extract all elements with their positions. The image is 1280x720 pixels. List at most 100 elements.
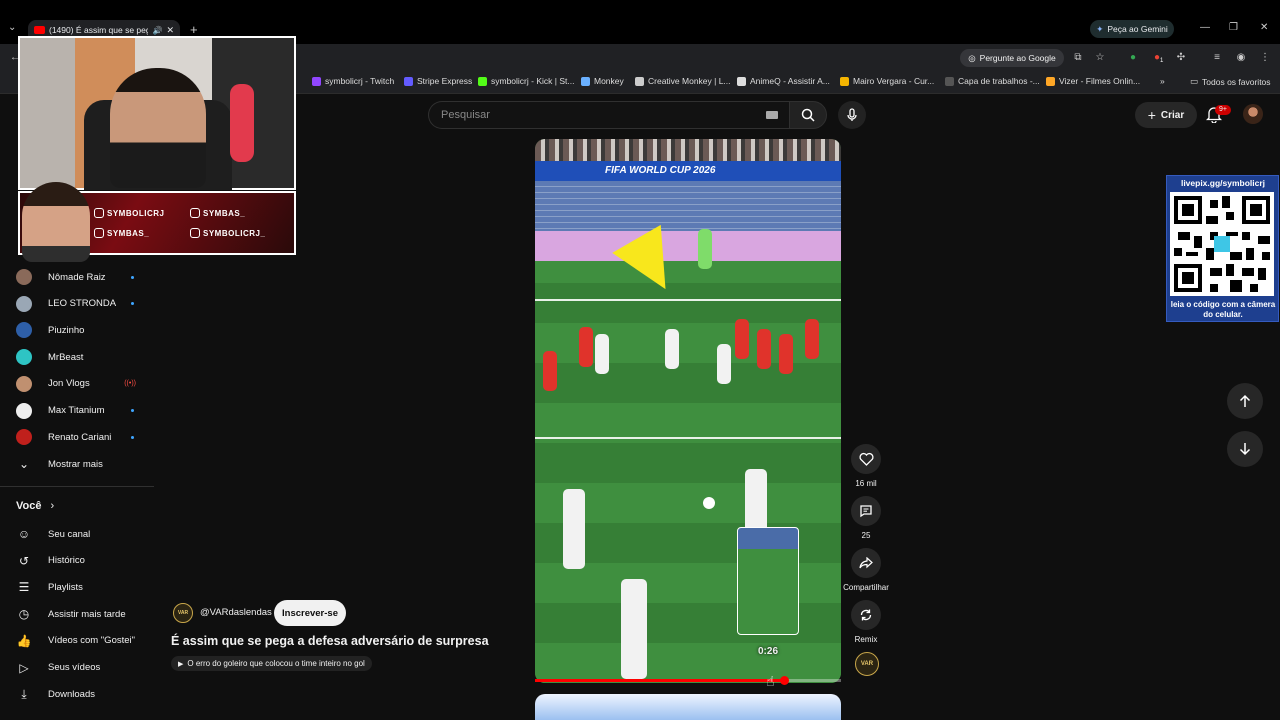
next-short-button[interactable] [1227,431,1263,467]
previous-short-button[interactable] [1227,383,1263,419]
webcam-overlay [18,36,296,190]
extensions-puzzle-icon[interactable]: ✣ [1174,51,1188,65]
sidebar-subscription-item[interactable]: Renato Cariani [16,425,154,449]
voice-search-button[interactable] [838,101,866,129]
share-button[interactable] [851,548,881,578]
bookmark-favicon-icon [312,76,321,86]
sidebar-item[interactable]: ◷ Assistir mais tarde [16,602,154,626]
sidebar-subscription-item[interactable]: Max Titanium [16,399,154,423]
extension-green-icon[interactable]: ● [1126,51,1140,65]
account-avatar[interactable] [1243,104,1263,124]
folder-icon: ▭ [1190,76,1199,86]
sidebar-subscription-item[interactable]: Jon Vlogs ((•)) [16,372,154,396]
subscribe-button[interactable]: Inscrever-se [274,600,346,626]
search-button[interactable] [789,101,827,129]
bookmark-favicon-icon [737,76,746,86]
bookmark-item[interactable]: symbolicrj - Twitch [312,76,394,86]
keyboard-icon[interactable] [766,111,778,119]
bookmarks-overflow-icon[interactable]: » [1160,76,1165,86]
bookmark-item[interactable]: Stripe Express [404,76,472,86]
minimize-icon[interactable]: — [1200,22,1210,33]
sidebar-item[interactable]: ☰ Playlists [16,575,154,599]
bookmark-item[interactable]: Capa de trabalhos -... [945,76,1040,86]
show-more-button[interactable]: ⌄ Mostrar mais [16,452,154,476]
your-videos-icon: ▷ [19,660,29,675]
sidebar-item[interactable]: ⤓ Downloads [16,682,154,706]
remix-button[interactable] [851,600,881,630]
ask-google-button[interactable]: ◎ Pergunte ao Google [960,49,1064,67]
bookmark-favicon-icon [635,76,644,86]
new-tab-button[interactable]: + [190,22,198,37]
bookmark-star-icon[interactable]: ☆ [1093,51,1107,65]
you-section-heading[interactable]: Você › [16,500,54,512]
chrome-menu-icon[interactable]: ⋮ [1258,51,1272,65]
new-content-dot [131,435,134,439]
player-white [665,329,679,369]
search-input[interactable]: Pesquisar [428,101,790,129]
video-progress-knob[interactable] [780,676,789,685]
window-close-icon[interactable]: ✕ [1260,22,1268,33]
all-favorites[interactable]: ▭ Todos os favoritos [1190,76,1271,87]
bookmark-item[interactable]: Monkey [581,76,624,86]
sidebar-item[interactable]: ↺ Histórico [16,549,154,573]
youtube-favicon-icon [34,26,45,34]
bookmark-item[interactable]: symbolicrj - Kick | St... [478,76,574,86]
sidebar-subscription-item[interactable]: LEO STRONDA [16,292,154,316]
player-red [735,319,749,359]
remix-label: Remix [854,635,878,644]
channel-handle[interactable]: @VARdaslendas [200,607,272,618]
sidebar-subscription-item[interactable]: MrBeast [16,345,154,369]
gemini-button[interactable]: ✦ Peça ao Gemini [1090,20,1174,38]
seek-preview-thumbnail [737,527,799,635]
tab-list-chevron-icon[interactable]: ⌄ [8,22,16,33]
player-red [805,319,819,359]
play-icon: ▶ [178,660,184,668]
install-app-icon[interactable]: ⧉ [1071,51,1085,65]
bookmark-favicon-icon [478,76,487,86]
short-video-player[interactable]: FIFA WORLD CUP 2026 [535,139,841,683]
microphone-prop [230,84,254,162]
like-button[interactable] [851,444,881,474]
speaker-icon[interactable]: 🔊 [152,26,162,35]
pitch-line [535,437,841,439]
sidebar-subscription-item[interactable]: Piuzinho [16,318,154,342]
sidebar-subscription-item[interactable]: Nômade Raiz [16,265,154,289]
youtube-icon [94,228,104,238]
bookmark-item[interactable]: Mairo Vergara - Cur... [840,76,934,86]
player-red [757,329,771,369]
maximize-icon[interactable]: ❐ [1229,22,1238,33]
bookmark-item[interactable]: Creative Monkey | L... [635,76,731,86]
share-label: Compartilhar [843,583,889,592]
playlists-icon: ☰ [18,580,30,595]
channel-avatar[interactable]: VAR [173,603,193,623]
chevron-right-icon: › [50,500,55,512]
channel-avatar [16,322,32,339]
media-controls-icon[interactable]: ≡ [1210,51,1224,65]
sidebar-item[interactable]: 👍 Vídeos com "Gostei" [16,629,154,653]
gemini-sparkle-icon: ✦ [1096,23,1104,34]
new-content-dot [131,275,134,279]
tab-close-icon[interactable]: ✕ [166,25,174,36]
mouse-cursor-icon: ☝ [766,673,775,689]
bookmark-favicon-icon [945,76,954,86]
sidebar-item[interactable]: ▷ Seus vídeos [16,656,154,680]
sidebar-divider [0,486,154,487]
short-title[interactable]: É assim que se pega a defesa adversário … [171,634,489,648]
create-button[interactable]: + Criar [1135,102,1197,128]
social-handle: SYMBAS_ [190,208,245,218]
ask-google-label: Pergunte ao Google [979,53,1056,63]
bookmark-item[interactable]: Vizer - Filmes Onlin... [1046,76,1140,86]
gemini-label: Peça ao Gemini [1107,24,1168,34]
next-short-preview[interactable] [535,694,841,720]
streamer-cartoon-avatar [22,182,90,262]
comments-button[interactable] [851,496,881,526]
channel-avatar-small[interactable]: VAR [855,652,879,676]
bookmark-favicon-icon [404,76,413,86]
player-red [779,334,793,374]
profile-icon[interactable]: ◉ [1234,51,1248,65]
channel-avatar [16,349,32,366]
bookmark-item[interactable]: AnimeQ - Assistir A... [737,76,830,86]
related-video-chip[interactable]: ▶ O erro do goleiro que colocou o time i… [171,656,372,671]
stadium-board-text: FIFA WORLD CUP 2026 [605,165,716,176]
sidebar-item[interactable]: ☺ Seu canal [16,522,154,546]
